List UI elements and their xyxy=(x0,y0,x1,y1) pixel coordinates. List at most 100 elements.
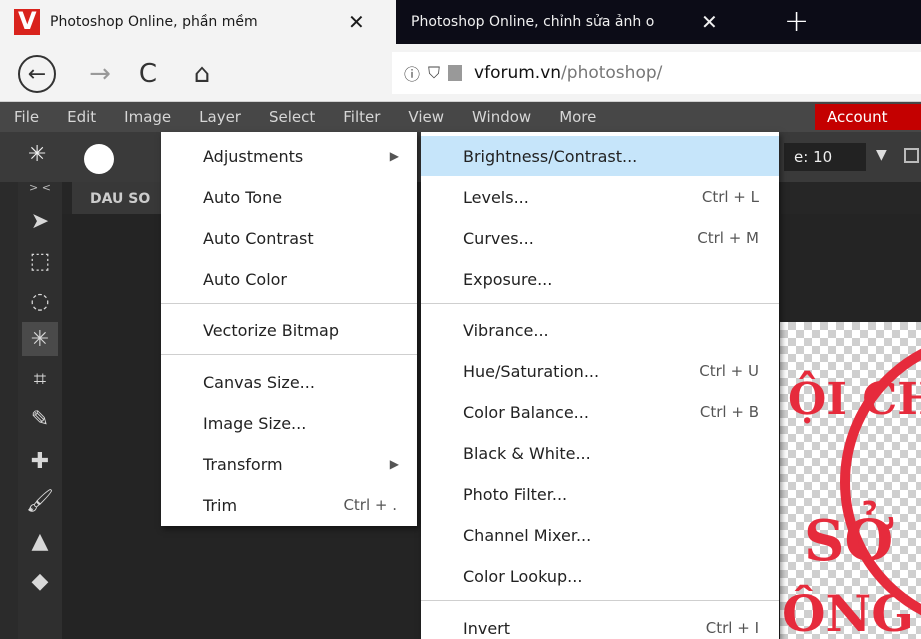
magic-wand-icon[interactable]: ✳ xyxy=(22,322,58,356)
submenu-arrow-icon: ▶ xyxy=(389,149,399,163)
stamp-text-line: ÔNG xyxy=(782,584,914,639)
menu-item-label: Adjustments xyxy=(203,146,304,166)
tolerance-value: 10 xyxy=(813,148,833,166)
menu-item-label: Auto Tone xyxy=(203,187,283,207)
close-icon[interactable]: ✕ xyxy=(348,10,365,34)
reload-button[interactable]: C xyxy=(130,56,166,92)
menu-separator xyxy=(421,600,779,601)
new-tab-button[interactable]: + xyxy=(784,4,809,39)
menu-item-label: Levels... xyxy=(463,187,529,207)
account-button[interactable]: Account xyxy=(815,104,921,130)
close-icon[interactable]: ✕ xyxy=(701,10,718,34)
menu-item-vectorize-bitmap[interactable]: Vectorize Bitmap xyxy=(161,310,417,350)
menu-item-hue-saturation[interactable]: Hue/Saturation... Ctrl + U xyxy=(421,351,779,391)
brush-icon[interactable]: 🖌 xyxy=(22,484,58,518)
url-path: /photoshop/ xyxy=(561,63,663,83)
menu-item-black-white[interactable]: Black & White... xyxy=(421,433,779,473)
menu-item-label: Auto Contrast xyxy=(203,228,314,248)
tolerance-label: e: xyxy=(794,148,809,166)
menu-item-shortcut: Ctrl + L xyxy=(701,188,759,206)
forward-button[interactable]: → xyxy=(82,56,118,92)
option-checkbox[interactable] xyxy=(904,148,919,163)
menu-edit[interactable]: Edit xyxy=(53,102,110,132)
stamp-icon[interactable]: ▲ xyxy=(22,524,58,558)
menu-image[interactable]: Image xyxy=(110,102,185,132)
menu-item-invert[interactable]: Invert Ctrl + I xyxy=(421,608,779,639)
marquee-icon[interactable]: ⬚ xyxy=(22,244,58,278)
menu-item-label: Trim xyxy=(203,495,238,515)
menu-item-label: Vibrance... xyxy=(463,320,549,340)
menu-item-label: Canvas Size... xyxy=(203,372,315,392)
back-button[interactable]: ← xyxy=(18,55,56,93)
menu-item-vibrance[interactable]: Vibrance... xyxy=(421,310,779,350)
url-host: vforum.vn xyxy=(474,63,562,83)
home-button[interactable]: ⌂ xyxy=(184,56,220,92)
menu-item-trim[interactable]: Trim Ctrl + . xyxy=(161,485,417,525)
menu-select[interactable]: Select xyxy=(255,102,329,132)
menu-item-image-size[interactable]: Image Size... xyxy=(161,403,417,443)
menu-more[interactable]: More xyxy=(545,102,610,132)
tolerance-input[interactable]: e: 10 xyxy=(784,143,866,171)
healing-icon[interactable]: ✚ xyxy=(22,444,58,478)
menu-item-label: Channel Mixer... xyxy=(463,525,592,545)
stamp-text-line: ỘI CH xyxy=(788,374,921,425)
menu-item-adjustments[interactable]: Adjustments ▶ xyxy=(161,136,417,176)
document-tab[interactable]: DAU SO xyxy=(72,182,162,214)
eyedropper-icon[interactable]: ✎ xyxy=(22,402,58,436)
menu-item-label: Photo Filter... xyxy=(463,484,568,504)
menu-layer[interactable]: Layer xyxy=(185,102,255,132)
menu-filter[interactable]: Filter xyxy=(329,102,394,132)
tab-title: Photoshop Online, phần mềm xyxy=(50,14,258,30)
menu-item-curves[interactable]: Curves... Ctrl + M xyxy=(421,218,779,258)
menu-item-color-lookup[interactable]: Color Lookup... xyxy=(421,556,779,596)
menu-item-label: Hue/Saturation... xyxy=(463,361,600,381)
menu-view[interactable]: View xyxy=(394,102,458,132)
menu-item-label: Invert xyxy=(463,618,511,638)
menu-item-auto-color[interactable]: Auto Color xyxy=(161,259,417,299)
browser-tab-bar: Photoshop Online, phần mềm ✕ Photoshop O… xyxy=(0,0,921,44)
magic-wand-icon: ✳ xyxy=(28,142,47,167)
menu-file[interactable]: File xyxy=(0,102,53,132)
tab-title: Photoshop Online, chỉnh sửa ảnh o xyxy=(411,14,655,30)
toolbox-collapse-button[interactable]: > < xyxy=(18,182,62,196)
menu-item-shortcut: Ctrl + U xyxy=(699,362,759,380)
menu-separator xyxy=(161,303,417,304)
crop-icon[interactable]: ⌗ xyxy=(22,362,58,396)
adjustments-submenu: Brightness/Contrast... Levels... Ctrl + … xyxy=(421,132,779,639)
menu-item-label: Auto Color xyxy=(203,269,288,289)
menu-item-exposure[interactable]: Exposure... xyxy=(421,259,779,299)
chevron-down-icon[interactable]: ▼ xyxy=(876,147,887,163)
menu-item-shortcut: Ctrl + I xyxy=(705,619,759,637)
tracking-shield-icon[interactable]: ⛉ xyxy=(428,63,440,83)
menu-item-label: Black & White... xyxy=(463,443,591,463)
info-icon[interactable]: ⓘ xyxy=(404,61,420,85)
menu-separator xyxy=(421,303,779,304)
menu-item-transform[interactable]: Transform ▶ xyxy=(161,444,417,484)
browser-tab-inactive[interactable]: Photoshop Online, chỉnh sửa ảnh o ✕ xyxy=(397,0,769,44)
menu-item-shortcut: Ctrl + M xyxy=(697,229,759,247)
image-menu: Adjustments ▶ Auto Tone Auto Contrast Au… xyxy=(161,132,417,526)
vforum-favicon-icon xyxy=(14,7,40,35)
menu-item-photo-filter[interactable]: Photo Filter... xyxy=(421,474,779,514)
menu-item-canvas-size[interactable]: Canvas Size... xyxy=(161,362,417,402)
menu-item-label: Transform xyxy=(203,454,283,474)
menu-item-auto-contrast[interactable]: Auto Contrast xyxy=(161,218,417,258)
menu-item-brightness-contrast[interactable]: Brightness/Contrast... xyxy=(421,136,779,176)
eraser-icon[interactable]: ◆ xyxy=(22,564,58,598)
menu-item-channel-mixer[interactable]: Channel Mixer... xyxy=(421,515,779,555)
menu-separator xyxy=(161,354,417,355)
menu-item-color-balance[interactable]: Color Balance... Ctrl + B xyxy=(421,392,779,432)
address-bar[interactable]: ⓘ ⛉ vforum.vn/photoshop/ xyxy=(392,52,921,94)
stamp-text-line: SỞ xyxy=(804,508,894,574)
menu-window[interactable]: Window xyxy=(458,102,545,132)
menu-item-label: Exposure... xyxy=(463,269,553,289)
menu-item-auto-tone[interactable]: Auto Tone xyxy=(161,177,417,217)
browser-tab-active[interactable]: Photoshop Online, phần mềm ✕ xyxy=(0,0,396,44)
app-menubar: File Edit Image Layer Select Filter View… xyxy=(0,102,921,132)
lasso-icon[interactable]: ◌ xyxy=(22,284,58,318)
menu-item-shortcut: Ctrl + B xyxy=(699,403,759,421)
selection-mode-icon[interactable] xyxy=(84,144,114,174)
menu-item-levels[interactable]: Levels... Ctrl + L xyxy=(421,177,779,217)
document-canvas[interactable]: ỘI CH SỞ ÔNG xyxy=(780,322,921,639)
move-icon[interactable]: ➤ xyxy=(22,204,58,238)
